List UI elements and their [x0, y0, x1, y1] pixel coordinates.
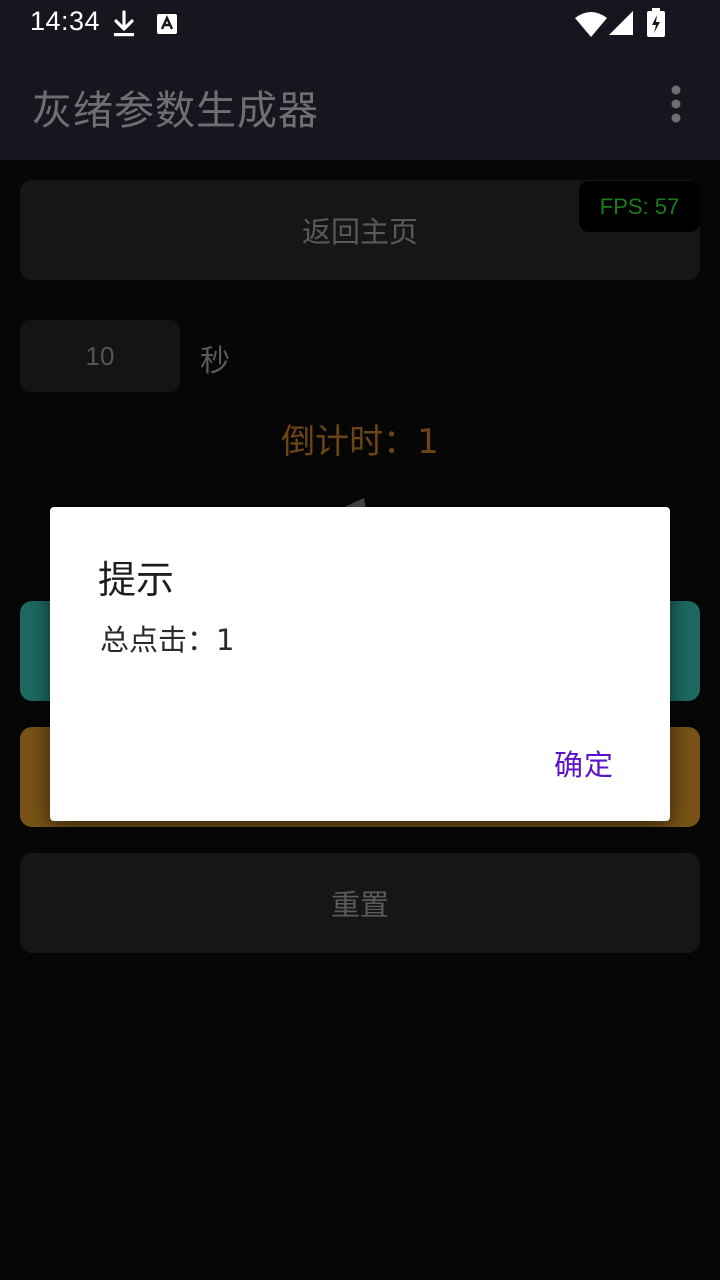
dialog-message: 总点击：1 — [100, 623, 235, 657]
alert-dialog: 提示 总点击：1 确定 — [50, 507, 670, 821]
dialog-confirm-button[interactable]: 确定 — [534, 731, 634, 795]
app-screen: 14:34 灰绪参数生成器 返回主页 FPS: 57 10 秒 倒计时：1 重置… — [0, 0, 720, 1280]
dialog-confirm-label: 确定 — [553, 748, 614, 782]
dialog-title: 提示 — [98, 558, 175, 602]
